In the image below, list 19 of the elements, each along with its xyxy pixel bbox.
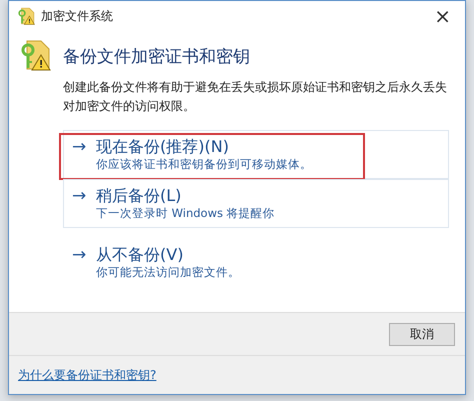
arrow-icon: → bbox=[72, 245, 90, 280]
option-title: 现在备份(推荐)(N) bbox=[96, 137, 230, 157]
cancel-button[interactable]: 取消 bbox=[389, 322, 455, 346]
option-description: 你可能无法访问加密文件。 bbox=[96, 265, 240, 280]
option-title: 从不备份(V) bbox=[96, 245, 184, 265]
option-title: 稍后备份(L) bbox=[96, 186, 182, 206]
arrow-icon: → bbox=[72, 137, 90, 172]
description-text: 创建此备份文件将有助于避免在丢失或损坏原始证书和密钥之后永久丢失对加密文件的访问权限。 bbox=[63, 79, 447, 115]
option-description: 你应该将证书和密钥备份到可移动媒体。 bbox=[96, 157, 312, 172]
help-link[interactable]: 为什么要备份证书和密钥? bbox=[18, 366, 156, 384]
window-title: 加密文件系统 bbox=[41, 8, 114, 24]
certificate-key-icon bbox=[17, 7, 35, 25]
option-button[interactable]: → 从不备份(V) 你可能无法访问加密文件。 bbox=[63, 238, 449, 287]
option-button[interactable]: → 稍后备份(L) 下一次登录时 Windows 将提醒你 bbox=[63, 179, 449, 228]
option-description: 下一次登录时 Windows 将提醒你 bbox=[96, 206, 275, 221]
arrow-icon: → bbox=[72, 186, 90, 221]
close-icon[interactable]: × bbox=[428, 4, 457, 28]
dialog-heading: 备份文件加密证书和密钥 bbox=[63, 46, 251, 68]
certificate-warning-icon bbox=[19, 39, 51, 71]
